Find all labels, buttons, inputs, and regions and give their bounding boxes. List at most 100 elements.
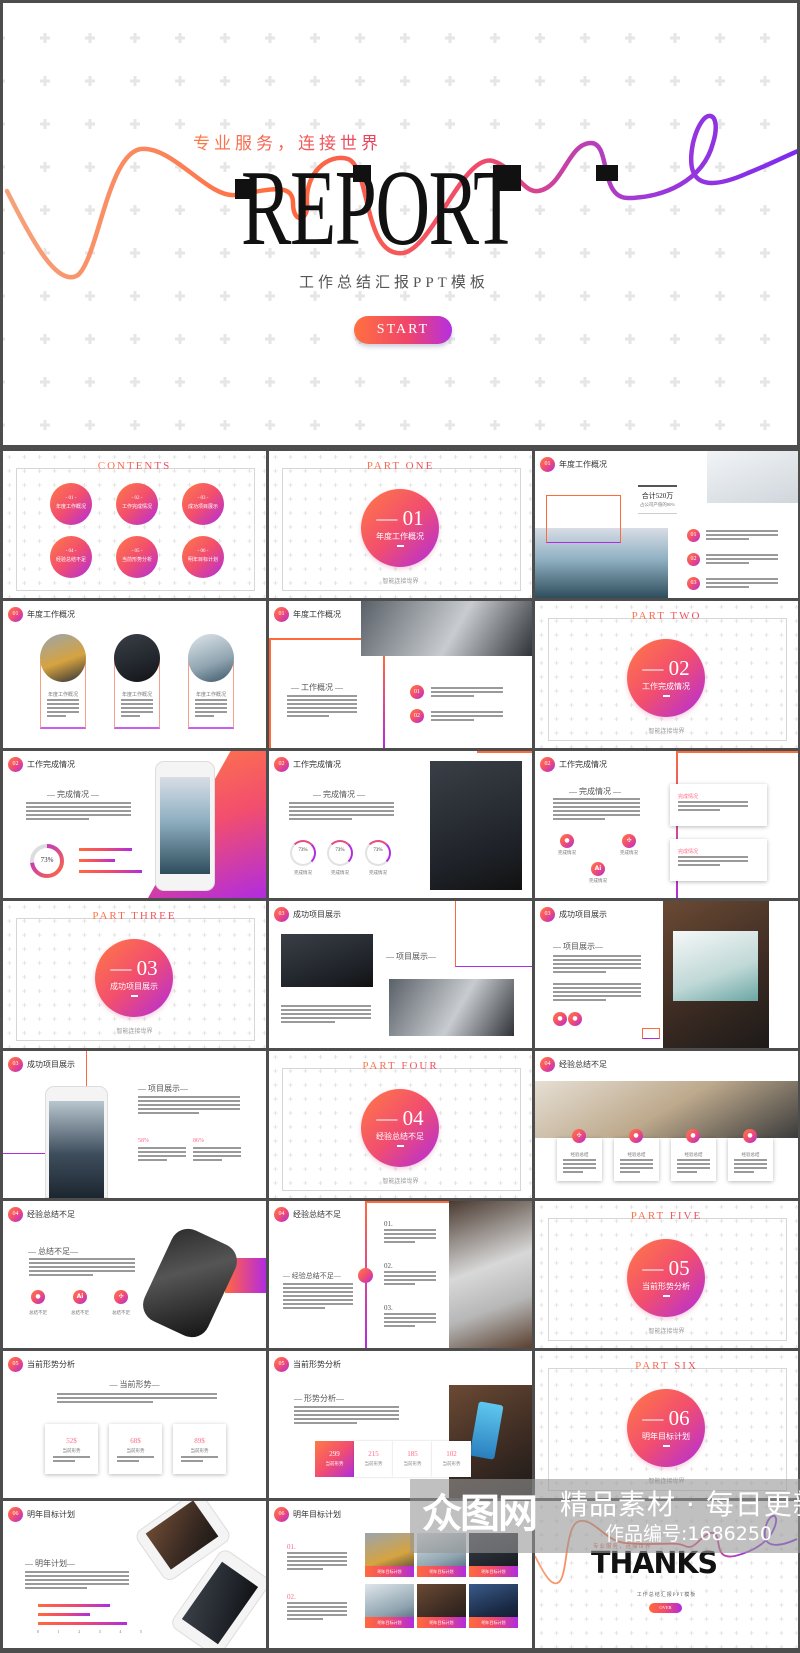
completion-slide-cards[interactable]: 02 工作完成情况 — 完成情况 — 完成情况 完成情况 ● 完成情况 ✣ 完成情况 Ai 完成情况 <box>535 751 798 898</box>
situation-slide-cards[interactable]: 05 当前形势分析 — 当前形势— 52$ 当前形势 68$ 当前形势 89$ 当前形势 <box>3 1351 266 1498</box>
body-text-line <box>138 1147 186 1149</box>
progress-ring <box>365 840 391 866</box>
body-text-line <box>706 582 778 584</box>
axis-tick: 2 <box>78 1629 81 1634</box>
contents-item-label: 工作完成情况 <box>121 505 152 510</box>
cover-subtitle: 工作总结汇报PPT模板 <box>299 275 489 291</box>
share-icon: ✣ <box>572 1129 586 1143</box>
body-text-line <box>431 687 503 689</box>
contents-item[interactable]: - 06 - 明年目标计划 <box>182 536 224 578</box>
location-pin-icon: ● <box>629 1129 643 1143</box>
body-text-line <box>706 554 778 556</box>
project-slide-dashboard[interactable]: 03 成功项目展示 — 项目展示— ● ● <box>535 901 798 1048</box>
caption-label: 明年目标计划 <box>377 1620 402 1625</box>
body-text-line <box>294 1406 399 1408</box>
icon-label: 完成情况 <box>558 850 576 855</box>
section-slide-6[interactable]: PART SIX— 06明年目标计划智能连接世界 <box>535 1351 798 1498</box>
section-slide-1[interactable]: PART ONE — 01 年度工作概况 智能连接世界 <box>269 451 532 598</box>
body-text-line <box>26 806 131 808</box>
section-number-badge: 01 <box>274 607 289 622</box>
project-slide-photos[interactable]: 03 成功项目展示 — 项目展示— <box>269 901 532 1048</box>
situation-slide-table[interactable]: 05 当前形势分析 — 形势分析— 299 当前形势 215 当前形势 185 当前形势 102 当… <box>269 1351 532 1498</box>
accent-frame <box>546 495 621 543</box>
business-suit-photo <box>430 761 522 890</box>
section-slide-3[interactable]: PART THREE — 03 成功项目展示 智能连接世界 <box>3 901 266 1048</box>
section-number-badge: 06 <box>274 1507 289 1522</box>
section-part-label[interactable]: PART TWO <box>626 610 708 622</box>
contents-slide[interactable]: CONTENTS - 01 - 年度工作概况 - 02 - 工作完成情况 - 03 - 成功… <box>3 451 266 598</box>
body-text-line <box>283 1283 353 1285</box>
body-text-line <box>287 1614 347 1616</box>
card-value: 52$ <box>66 1437 77 1445</box>
ring-value: 73% <box>298 848 308 853</box>
section-part-label[interactable]: PART FOUR <box>356 1060 444 1072</box>
contents-item-number: - 05 - <box>131 549 143 554</box>
body-text-line <box>287 1610 347 1612</box>
project-slide-phone[interactable]: 03 成功项目展示 — 项目展示— 58% 86% <box>3 1051 266 1198</box>
body-text-line <box>677 1171 697 1173</box>
experience-slide-cards[interactable]: 04 经验总结不足 ✣ 经验总结 ● 经验总结 ● 经验总结 ● 经验总结 <box>535 1051 798 1198</box>
body-text-line <box>281 1009 371 1011</box>
contents-item-number: - 04 - <box>65 549 77 554</box>
body-text-line <box>620 1159 653 1161</box>
completion-slide-donut[interactable]: 02 工作完成情况 — 完成情况 — 73% <box>3 751 266 898</box>
contents-item[interactable]: - 03 - 成功项目展示 <box>182 483 224 525</box>
list-number: 02. <box>384 1262 393 1270</box>
overview-slide-laptop[interactable]: 01 年度工作概况 — 工作概况 — 01 02 <box>269 601 532 748</box>
experience-slide-watch[interactable]: 04 经验总结不足 — 总结不足— ● 总结不足 Ai 总结不足 ✣ 总结不足 <box>3 1201 266 1348</box>
section-part-title: PART THREE <box>3 910 266 922</box>
body-text-line <box>195 699 227 701</box>
body-text-line <box>283 1291 353 1293</box>
dash-decoration <box>130 995 138 997</box>
section-slide-2[interactable]: PART TWO — 02 工作完成情况 智能连接世界 <box>535 601 798 748</box>
overview-slide-stats[interactable]: 01 年度工作概况 合计520万 占公司产值的80% 01 02 03 <box>535 451 798 598</box>
section-label: 工作完成情况 <box>642 682 690 691</box>
body-text-line <box>289 806 394 808</box>
body-text-line <box>29 1266 135 1268</box>
body-text-line <box>678 856 748 858</box>
section-number: — 03 <box>110 956 158 980</box>
body-text-line <box>181 1460 204 1462</box>
section-part-label[interactable]: PART ONE <box>361 460 441 472</box>
section-slide-4[interactable]: PART FOUR — 04 经验总结不足 智能连接世界 <box>269 1051 532 1198</box>
body-text-line <box>289 818 352 820</box>
body-text-line <box>431 691 503 693</box>
contents-item[interactable]: - 01 - 年度工作概况 <box>50 483 92 525</box>
overview-slide-circles[interactable]: 01 年度工作概况 年度工作概况 年度工作概况 年度工作概况 <box>3 601 266 748</box>
completion-slide-rings[interactable]: 02 工作完成情况 — 完成情况 — 73% 完成情况 73% 完成情况 73% 完成情况 <box>269 751 532 898</box>
body-text-line <box>287 1602 347 1604</box>
slide-title: 明年目标计划 <box>27 1510 75 1519</box>
body-text-line <box>26 810 131 812</box>
body-text-line <box>25 1575 129 1577</box>
contents-item[interactable]: - 04 - 经验总结不足 <box>50 536 92 578</box>
body-text-line <box>734 1171 754 1173</box>
experience-slide-timeline[interactable]: 04 经验总结不足 — 经验总结不足— 01. 02. 03. <box>269 1201 532 1348</box>
caption-label: 明年目标计划 <box>481 1620 506 1625</box>
contents-item-number: - 03 - <box>197 496 209 501</box>
contents-item[interactable]: - 05 - 当前形势分析 <box>116 536 158 578</box>
section-slide-5[interactable]: PART FIVE — 05 当前形势分析 智能连接世界 <box>535 1201 798 1348</box>
section-label: 成功项目展示 <box>110 982 158 991</box>
circle-photo <box>40 634 86 682</box>
body-text-line <box>384 1313 436 1315</box>
office-tower-photo <box>49 1101 104 1198</box>
body-text-line <box>553 959 641 961</box>
sub-heading: — 项目展示— <box>138 1084 188 1093</box>
body-text-line <box>384 1233 436 1235</box>
dash-decoration <box>662 695 670 697</box>
contents-item[interactable]: - 02 - 工作完成情况 <box>116 483 158 525</box>
body-text-line <box>281 1005 371 1007</box>
start-button[interactable]: START <box>354 316 452 344</box>
section-part-label[interactable]: PART FIVE <box>625 1210 708 1222</box>
card-label: 当前形势 <box>190 1448 209 1453</box>
body-text-line <box>283 1303 353 1305</box>
card-label: 当前形势 <box>126 1448 145 1453</box>
section-number-badge: 04 <box>8 1207 23 1222</box>
section-part-label[interactable]: PART SIX <box>629 1360 704 1372</box>
card-title: 完成情况 <box>678 795 699 800</box>
cover-slide: 专业服务，连接世界 REPORT 工作总结汇报PPT模板 START <box>0 0 800 448</box>
section-part-label[interactable]: PART THREE <box>86 910 182 922</box>
plan-slide-bars[interactable]: 06 明年目标计划 — 明年计划— 0 1 2 3 4 5 <box>3 1501 266 1648</box>
over-button[interactable]: OVER <box>649 1603 682 1613</box>
axis-tick: 0 <box>37 1629 39 1634</box>
